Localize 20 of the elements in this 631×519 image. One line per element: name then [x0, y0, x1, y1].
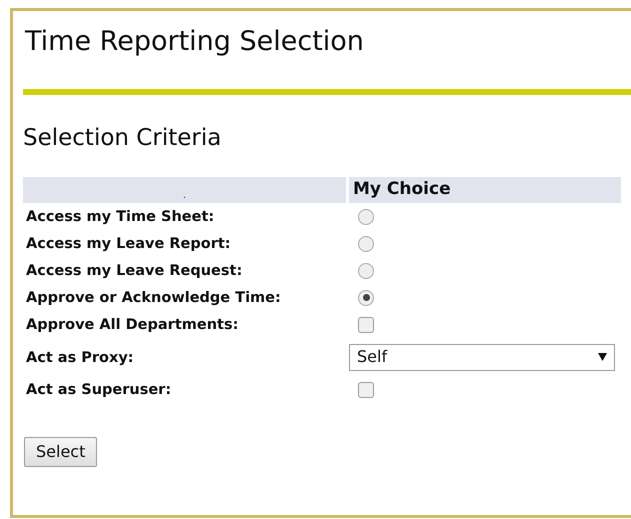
proxy-dropdown[interactable]: Self — [349, 344, 615, 370]
row-label: Approve or Acknowledge Time: — [26, 290, 281, 306]
radio-button[interactable] — [358, 236, 374, 252]
row-label: Access my Leave Report: — [26, 236, 231, 252]
section-heading: Selection Criteria — [23, 124, 222, 153]
row-label: Access my Leave Request: — [26, 263, 242, 280]
checkbox[interactable] — [358, 316, 374, 332]
row-label: Act as Superuser: — [26, 382, 172, 398]
row-label: Access my Time Sheet: — [26, 209, 214, 226]
dropdown-caret-icon — [598, 353, 607, 361]
column-header: My Choice — [349, 177, 621, 203]
radio-button[interactable] — [358, 208, 374, 224]
radio-button[interactable] — [358, 290, 374, 306]
select-button[interactable]: Select — [24, 437, 98, 467]
checkbox[interactable] — [358, 382, 374, 398]
radio-button[interactable] — [358, 262, 374, 278]
page-title: Time Reporting Selection — [25, 25, 364, 59]
row-label: Approve All Departments: — [26, 317, 238, 334]
header-link[interactable]: . — [182, 189, 186, 203]
row-label: Act as Proxy: — [26, 350, 134, 366]
